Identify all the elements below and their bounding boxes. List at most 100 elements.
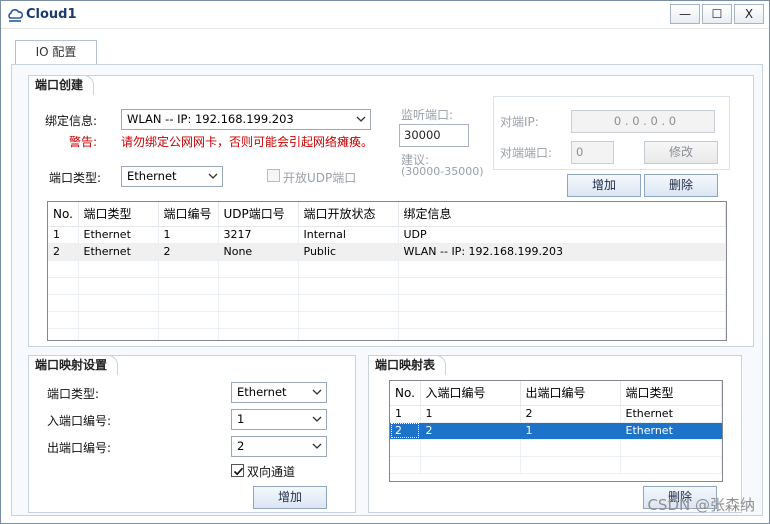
port-map-setting-title: 端口映射设置	[28, 355, 119, 375]
cell: 3217	[218, 226, 299, 244]
col-no[interactable]: No.	[48, 202, 79, 227]
table-row[interactable]: 1 Ethernet 1 3217 Internal UDP	[48, 226, 726, 244]
bidirectional-label: 双向通道	[247, 465, 296, 479]
cell: Public	[298, 243, 399, 261]
peer-port-input[interactable]: 0	[571, 141, 614, 164]
window-title: Cloud1	[26, 7, 77, 22]
udp-port-label: 开放UDP端口	[283, 171, 357, 185]
cloud-config-window: Cloud1 — ☐ X IO 配置 端口创建 绑定信息: WLAN -- IP…	[0, 0, 770, 524]
minimize-button[interactable]: —	[670, 4, 700, 24]
chevron-down-icon	[312, 416, 322, 422]
port-map-table-title: 端口映射表	[368, 355, 447, 375]
empty-row	[390, 456, 722, 474]
cell: 2	[158, 243, 219, 261]
warning-label: 警告:	[69, 135, 98, 149]
cell: 1	[520, 422, 621, 440]
close-button[interactable]: X	[734, 4, 764, 24]
out-port-label: 出端口编号:	[47, 441, 112, 455]
col-port-number[interactable]: 端口编号	[158, 202, 219, 227]
cell: WLAN -- IP: 192.168.199.203	[398, 243, 726, 261]
add-port-button[interactable]: 增加	[567, 174, 641, 197]
mapping-table-header: No. 入端口编号 出端口编号 端口类型	[390, 381, 722, 406]
peer-ip-input[interactable]: 0 . 0 . 0 . 0	[571, 110, 715, 133]
mapping-table[interactable]: No. 入端口编号 出端口编号 端口类型 1 1 2 Ethernet 2 2 …	[389, 380, 723, 482]
cell: Ethernet	[78, 243, 159, 261]
cell: 1	[420, 405, 521, 423]
tab-io-config[interactable]: IO 配置	[15, 40, 97, 65]
check-icon	[233, 467, 244, 476]
bind-info-label: 绑定信息:	[45, 114, 98, 128]
warning-text: 请勿绑定公网网卡，否则可能会引起网络瘫痪。	[121, 135, 374, 149]
bind-info-value: WLAN -- IP: 192.168.199.203	[127, 112, 294, 126]
map-port-type-value: Ethernet	[237, 385, 287, 399]
cell: 1	[158, 226, 219, 244]
port-type-label: 端口类型:	[49, 171, 102, 185]
table-row-selected[interactable]: 2 2 1 Ethernet	[390, 422, 722, 440]
cell: 2	[520, 405, 621, 423]
peer-ip-label: 对端IP:	[500, 115, 539, 129]
in-port-select[interactable]: 1	[231, 409, 327, 430]
suggest-range: (30000-35000)	[401, 165, 484, 178]
peer-port-label: 对端端口:	[500, 146, 553, 160]
col-open-state[interactable]: 端口开放状态	[298, 202, 399, 227]
listen-port-label: 监听端口:	[401, 108, 454, 122]
in-port-value: 1	[237, 412, 245, 426]
peer-settings-box: 对端IP: 0 . 0 . 0 . 0 对端端口: 0 修改	[493, 96, 730, 170]
col-bind-info[interactable]: 绑定信息	[398, 202, 726, 227]
empty-row	[48, 260, 726, 278]
table-row[interactable]: 1 1 2 Ethernet	[390, 405, 722, 423]
cloud-app-icon	[7, 7, 24, 23]
cell: 2	[48, 243, 79, 261]
col-port-type[interactable]: 端口类型	[78, 202, 159, 227]
bidirectional-checkbox[interactable]	[231, 464, 244, 477]
out-port-select[interactable]: 2	[231, 436, 327, 457]
port-create-group: 端口创建 绑定信息: WLAN -- IP: 192.168.199.203 警…	[28, 75, 754, 347]
map-port-type-select[interactable]: Ethernet	[231, 382, 327, 403]
table-row[interactable]: 2 Ethernet 2 None Public WLAN -- IP: 192…	[48, 243, 726, 261]
modify-button[interactable]: 修改	[644, 141, 718, 164]
in-port-label: 入端口编号:	[47, 414, 112, 428]
cell: Ethernet	[78, 226, 159, 244]
empty-row	[48, 277, 726, 295]
port-type-value: Ethernet	[127, 169, 177, 183]
delete-port-button[interactable]: 删除	[644, 174, 718, 197]
cell: 2	[390, 422, 421, 440]
cell: UDP	[398, 226, 726, 244]
port-create-title: 端口创建	[28, 75, 95, 95]
col-in-port[interactable]: 入端口编号	[420, 381, 521, 406]
udp-port-checkbox[interactable]	[267, 169, 280, 182]
chevron-down-icon	[356, 116, 366, 122]
col-port-type[interactable]: 端口类型	[620, 381, 722, 406]
port-type-select[interactable]: Ethernet	[121, 166, 223, 187]
bind-info-select[interactable]: WLAN -- IP: 192.168.199.203	[121, 109, 371, 130]
cell: Internal	[298, 226, 399, 244]
maximize-button[interactable]: ☐	[702, 4, 732, 24]
empty-row	[48, 294, 726, 312]
col-udp-port[interactable]: UDP端口号	[218, 202, 299, 227]
out-port-value: 2	[237, 439, 245, 453]
chevron-down-icon	[312, 389, 322, 395]
map-port-type-label: 端口类型:	[47, 387, 100, 401]
col-no[interactable]: No.	[390, 381, 421, 406]
cell: Ethernet	[620, 405, 722, 423]
chevron-down-icon	[208, 173, 218, 179]
empty-row	[48, 311, 726, 329]
col-out-port[interactable]: 出端口编号	[520, 381, 621, 406]
listen-port-input[interactable]: 30000	[399, 124, 469, 147]
cell: 1	[48, 226, 79, 244]
empty-row	[48, 328, 726, 340]
port-map-table-group: 端口映射表 No. 入端口编号 出端口编号 端口类型 1 1 2 Etherne…	[368, 355, 742, 513]
port-map-setting-group: 端口映射设置 端口类型: Ethernet 入端口编号: 1 出端口编号: 2	[28, 355, 356, 513]
chevron-down-icon	[312, 443, 322, 449]
cell: Ethernet	[620, 422, 722, 440]
port-table-header: No. 端口类型 端口编号 UDP端口号 端口开放状态 绑定信息	[48, 202, 726, 227]
cell: None	[218, 243, 299, 261]
cell: 1	[390, 405, 421, 423]
cell: 2	[420, 422, 521, 440]
empty-row	[390, 439, 722, 457]
port-table[interactable]: No. 端口类型 端口编号 UDP端口号 端口开放状态 绑定信息 1 Ether…	[47, 201, 727, 341]
title-bar[interactable]: Cloud1 — ☐ X	[1, 1, 769, 29]
add-mapping-button[interactable]: 增加	[253, 486, 327, 509]
watermark: CSDN @张森纳	[647, 496, 755, 514]
tab-panel: 端口创建 绑定信息: WLAN -- IP: 192.168.199.203 警…	[11, 64, 763, 516]
